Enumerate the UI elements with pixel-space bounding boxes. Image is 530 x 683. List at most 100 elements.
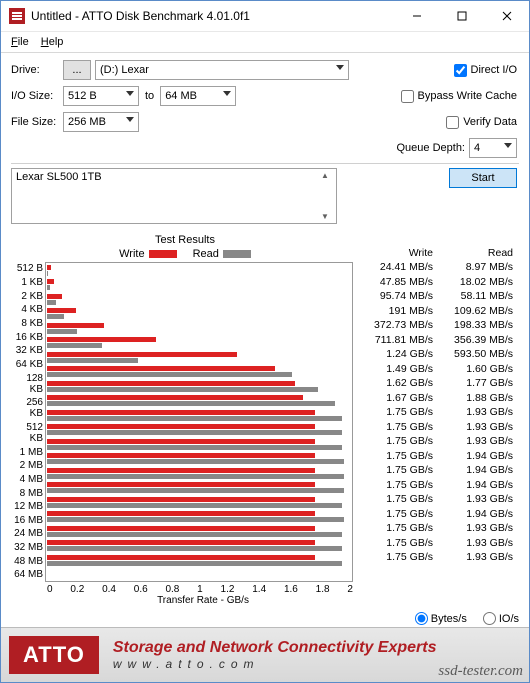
x-tick: 1.2 [221, 584, 235, 595]
read-bar [47, 430, 342, 435]
menubar: File Help [1, 32, 529, 53]
chevron-up-icon: ▲ [321, 171, 329, 180]
bar-row [46, 553, 352, 568]
read-value: 18.02 MB/s [439, 275, 513, 290]
read-value: 593.50 MB/s [439, 347, 513, 362]
read-value: 1.93 GB/s [439, 521, 513, 536]
description-textarea[interactable]: Lexar SL500 1TB ▲▼ [11, 168, 337, 224]
read-bar [47, 445, 342, 450]
write-bar [47, 482, 315, 487]
drive-select[interactable]: (D:) Lexar [95, 60, 349, 80]
write-bar [47, 540, 315, 545]
write-bar [47, 294, 62, 299]
iosize-to-select[interactable]: 64 MB [160, 86, 236, 106]
x-tick: 1.8 [316, 584, 330, 595]
write-bar [47, 526, 315, 531]
bar-row [46, 307, 352, 322]
maximize-button[interactable] [439, 1, 484, 31]
ios-radio[interactable]: IO/s [483, 612, 519, 625]
chevron-down-icon [336, 65, 344, 70]
filesize-select[interactable]: 256 MB [63, 112, 139, 132]
write-bar [47, 395, 303, 400]
to-label: to [145, 90, 154, 102]
y-tick: 1 KB [11, 277, 43, 288]
write-value: 1.75 GB/s [359, 507, 433, 522]
write-value: 47.85 MB/s [359, 275, 433, 290]
x-tick: 1.6 [284, 584, 298, 595]
read-bar [47, 271, 48, 276]
verify-checkbox[interactable]: Verify Data [446, 116, 517, 129]
queue-select[interactable]: 4 [469, 138, 517, 158]
read-bar [47, 561, 342, 566]
menu-help[interactable]: Help [35, 34, 70, 50]
x-tick: 0.6 [134, 584, 148, 595]
bar-row [46, 379, 352, 394]
chart-y-axis: 512 B1 KB2 KB4 KB8 KB16 KB32 KB64 KB128 … [11, 262, 45, 582]
y-tick: 4 KB [11, 304, 43, 315]
write-value: 1.75 GB/s [359, 536, 433, 551]
write-bar [47, 410, 315, 415]
direct-io-checkbox[interactable]: Direct I/O [454, 64, 517, 77]
queue-label: Queue Depth: [397, 142, 466, 154]
bar-row [46, 481, 352, 496]
close-button[interactable] [484, 1, 529, 31]
bypass-checkbox[interactable]: Bypass Write Cache [401, 90, 517, 103]
write-value: 1.75 GB/s [359, 478, 433, 493]
read-value: 1.94 GB/s [439, 463, 513, 478]
titlebar[interactable]: Untitled - ATTO Disk Benchmark 4.01.0f1 [1, 1, 529, 32]
start-button[interactable]: Start [449, 168, 517, 188]
read-value: 1.93 GB/s [439, 492, 513, 507]
y-tick: 512 B [11, 263, 43, 274]
footer-url: www.atto.com [113, 657, 437, 671]
read-bar [47, 343, 102, 348]
bar-row [46, 365, 352, 380]
write-bar [47, 511, 315, 516]
write-bar [47, 366, 275, 371]
write-value: 1.67 GB/s [359, 391, 433, 406]
chart-x-label: Transfer Rate - GB/s [47, 595, 359, 606]
textarea-scrollbar[interactable]: ▲▼ [318, 171, 332, 221]
iosize-from-select[interactable]: 512 B [63, 86, 139, 106]
read-value: 58.11 MB/s [439, 289, 513, 304]
bytes-radio[interactable]: Bytes/s [415, 612, 467, 625]
bar-row [46, 466, 352, 481]
y-tick: 64 MB [11, 569, 43, 580]
read-value: 1.93 GB/s [439, 550, 513, 565]
x-tick: 2 [347, 584, 353, 595]
bar-row [46, 510, 352, 525]
read-bar [47, 358, 138, 363]
write-bar [47, 308, 76, 313]
y-tick: 32 KB [11, 345, 43, 356]
write-bar [47, 265, 51, 270]
browse-button[interactable]: ... [63, 60, 91, 80]
minimize-button[interactable] [394, 1, 439, 31]
write-value: 24.41 MB/s [359, 260, 433, 275]
chevron-down-icon [126, 91, 134, 96]
write-header: Write [359, 246, 433, 260]
filesize-label: File Size: [11, 116, 63, 128]
write-value: 1.75 GB/s [359, 463, 433, 478]
bar-row [46, 336, 352, 351]
write-swatch [149, 250, 177, 258]
bar-row [46, 350, 352, 365]
bar-row [46, 495, 352, 510]
chart-title: Test Results [11, 234, 359, 246]
bar-row [46, 278, 352, 293]
write-value: 1.75 GB/s [359, 434, 433, 449]
settings-panel: Drive: ... (D:) Lexar Direct I/O I/O Siz… [1, 53, 529, 232]
read-bar [47, 387, 318, 392]
y-tick: 512 KB [11, 422, 43, 444]
read-bar [47, 474, 344, 479]
y-tick: 128 KB [11, 373, 43, 395]
chevron-down-icon [504, 143, 512, 148]
bar-row [46, 423, 352, 438]
read-header: Read [439, 246, 513, 260]
y-tick: 2 KB [11, 291, 43, 302]
x-tick: 1 [197, 584, 203, 595]
write-bar [47, 279, 54, 284]
bar-row [46, 452, 352, 467]
x-tick: 0.8 [165, 584, 179, 595]
menu-file[interactable]: File [5, 34, 35, 50]
write-bar [47, 337, 156, 342]
write-value: 1.24 GB/s [359, 347, 433, 362]
